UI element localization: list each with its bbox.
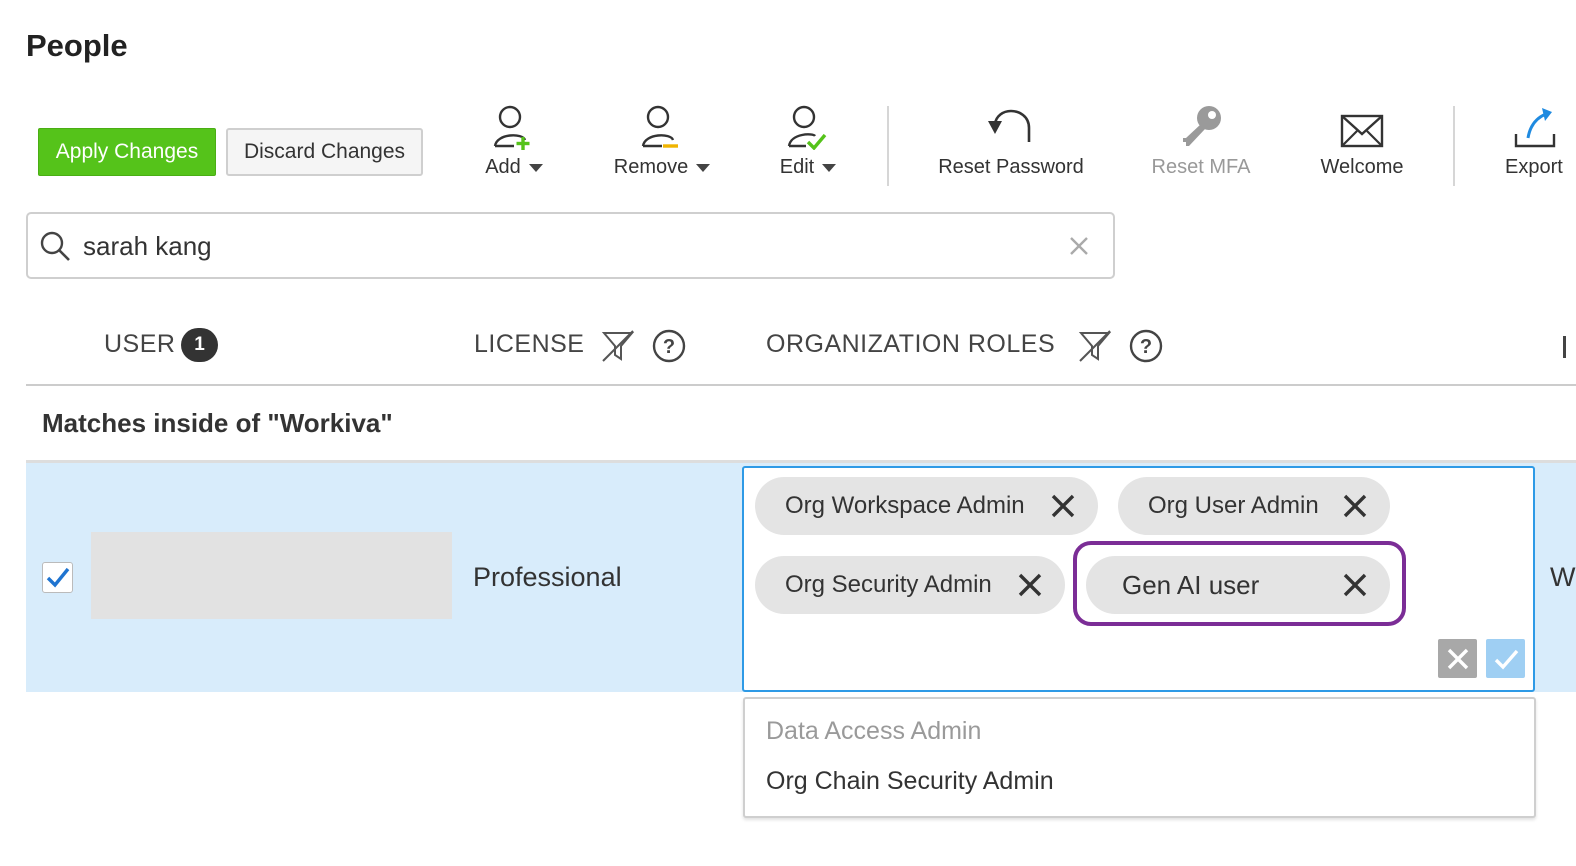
header-divider <box>26 384 1576 386</box>
chevron-down-icon <box>822 163 837 172</box>
edit-user-icon <box>787 105 827 150</box>
search-icon <box>40 231 70 261</box>
role-chip-label: Org User Admin <box>1148 492 1319 519</box>
close-icon[interactable] <box>1342 493 1368 519</box>
key-icon <box>1183 106 1221 146</box>
toolbar-divider <box>1453 106 1455 186</box>
checkmark-icon <box>46 567 70 588</box>
cancel-edit-button[interactable] <box>1438 639 1477 678</box>
clear-search-icon[interactable] <box>1066 233 1092 259</box>
reset-mfa-label: Reset MFA <box>1151 156 1251 178</box>
role-chip-label: Org Security Admin <box>785 571 992 598</box>
remove-user-icon <box>641 105 678 148</box>
export-label: Export <box>1505 156 1563 178</box>
column-header-organization-roles[interactable]: ORGANIZATION ROLES <box>766 330 1055 359</box>
license-value: Professional <box>473 562 622 592</box>
dropdown-option-disabled: Data Access Admin <box>766 717 982 745</box>
envelope-icon <box>1340 114 1384 148</box>
edit-user-button[interactable]: Edit <box>764 104 852 190</box>
edit-label: Edit <box>779 156 815 178</box>
page-title: People <box>26 28 128 63</box>
search-input[interactable] <box>83 226 1043 266</box>
highlight-annotation <box>1073 541 1406 626</box>
role-chip: Org Security Admin <box>755 556 1065 614</box>
column-header-license[interactable]: LICENSE <box>474 330 584 359</box>
dropdown-option[interactable]: Org Chain Security Admin <box>766 767 1054 796</box>
svg-text:?: ? <box>663 336 675 358</box>
welcome-label: Welcome <box>1320 156 1404 178</box>
next-column-value: W <box>1550 562 1576 592</box>
role-chip: Org Workspace Admin <box>755 477 1098 535</box>
reset-password-button[interactable]: Reset Password <box>930 104 1092 190</box>
user-count-badge: 1 <box>181 328 218 362</box>
row-checkbox[interactable] <box>42 562 73 593</box>
help-icon[interactable]: ? <box>1128 328 1164 364</box>
chevron-down-icon <box>528 163 543 172</box>
redacted-user-name <box>91 532 452 619</box>
confirm-edit-button[interactable] <box>1486 639 1525 678</box>
role-chip-label: Org Workspace Admin <box>785 492 1025 519</box>
column-header-partial <box>1563 336 1566 358</box>
close-icon[interactable] <box>1017 572 1043 598</box>
svg-text:?: ? <box>1140 336 1152 358</box>
add-user-button[interactable]: Add <box>470 104 558 190</box>
reset-mfa-button[interactable]: Reset MFA <box>1140 104 1262 190</box>
toolbar-divider <box>887 106 889 186</box>
help-icon[interactable]: ? <box>651 328 687 364</box>
discard-changes-button[interactable]: Discard Changes <box>226 128 423 176</box>
chevron-down-icon <box>696 163 711 172</box>
export-button[interactable]: Export <box>1500 104 1576 190</box>
role-chip: Org User Admin <box>1118 477 1390 535</box>
welcome-button[interactable]: Welcome <box>1306 104 1418 190</box>
roles-dropdown <box>743 697 1536 818</box>
group-title: Matches inside of "Workiva" <box>42 408 393 438</box>
reset-password-label: Reset Password <box>938 156 1084 178</box>
apply-changes-button[interactable]: Apply Changes <box>38 128 216 176</box>
filter-off-icon[interactable] <box>1078 329 1112 363</box>
add-label: Add <box>485 156 521 178</box>
export-icon <box>1514 108 1556 148</box>
remove-label: Remove <box>613 156 689 178</box>
reset-undo-icon <box>988 109 1031 142</box>
checkmark-icon <box>1494 649 1518 669</box>
column-header-user[interactable]: USER <box>104 330 175 359</box>
close-icon[interactable] <box>1050 493 1076 519</box>
add-user-icon <box>493 105 530 150</box>
remove-user-button[interactable]: Remove <box>603 104 721 190</box>
filter-off-icon[interactable] <box>601 329 635 363</box>
close-icon <box>1447 648 1468 669</box>
